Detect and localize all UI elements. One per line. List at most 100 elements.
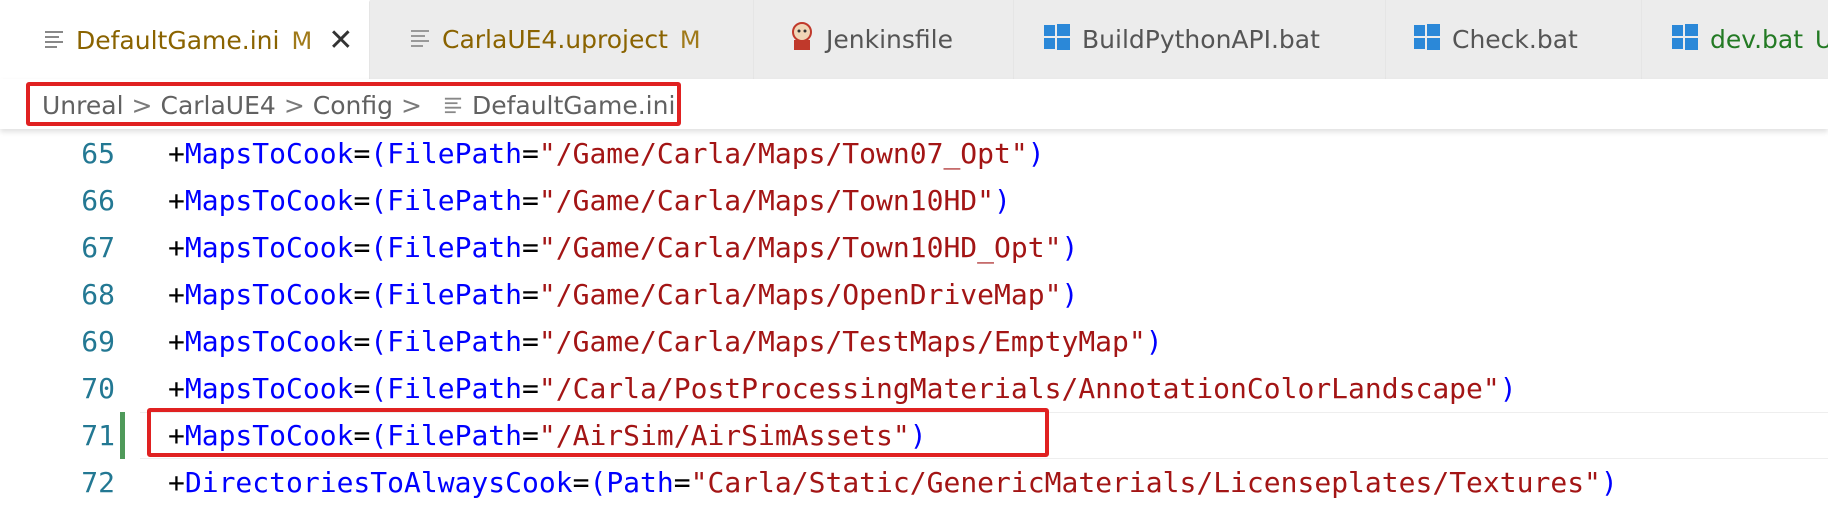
token-param: FilePath <box>387 184 523 217</box>
line-number: 70 <box>81 372 115 405</box>
token-param: FilePath <box>387 137 523 170</box>
breadcrumb-item-unreal[interactable]: Unreal <box>42 91 124 120</box>
tab-dev-bat[interactable]: dev.bat U <box>1642 0 1828 79</box>
modified-badge: M <box>291 26 313 55</box>
jenkins-icon <box>790 21 814 58</box>
token-close: ) <box>909 419 927 452</box>
token-close: ) <box>1061 278 1079 311</box>
line-number: 66 <box>81 184 115 217</box>
token-plus: + <box>168 419 185 452</box>
tab-label: DefaultGame.ini <box>76 26 280 55</box>
chevron-right-icon: > <box>283 90 305 120</box>
token-peq: = <box>522 184 539 217</box>
token-value: "/Game/Carla/Maps/TestMaps/EmptyMap" <box>538 325 1146 358</box>
line-number: 71 <box>81 419 115 452</box>
token-param: FilePath <box>387 278 523 311</box>
code-line[interactable]: 69 +MapsToCook=(FilePath="/Game/Carla/Map… <box>0 318 1828 365</box>
code-editor[interactable]: 65 +MapsToCook=(FilePath="/Game/Carla/Map… <box>0 129 1828 505</box>
line-number: 65 <box>81 137 115 170</box>
tab-label: dev.bat <box>1710 25 1804 54</box>
line-number: 68 <box>81 278 115 311</box>
tab-defaultgame-ini[interactable]: DefaultGame.ini M ✕ <box>0 0 370 79</box>
close-icon[interactable]: ✕ <box>328 25 353 56</box>
tab-carlaue4-uproject[interactable]: CarlaUE4.uproject M <box>370 0 754 79</box>
token-eq: = <box>572 466 590 499</box>
token-key: MapsToCook <box>184 372 354 405</box>
token-value: "/Game/Carla/Maps/Town10HD" <box>538 184 995 217</box>
token-value: "/Game/Carla/Maps/Town10HD_Opt" <box>538 231 1062 264</box>
token-eq: = <box>353 372 371 405</box>
token-open: ( <box>370 372 388 405</box>
token-eq: = <box>353 184 371 217</box>
token-param: FilePath <box>387 372 523 405</box>
chevron-right-icon: > <box>400 90 422 120</box>
token-key: MapsToCook <box>184 184 354 217</box>
token-close: ) <box>1145 325 1163 358</box>
token-peq: = <box>522 231 539 264</box>
breadcrumb-bar: Unreal > CarlaUE4 > Config > DefaultGame… <box>0 79 1828 129</box>
code-text: +MapsToCook=(FilePath="/Game/Carla/Maps/… <box>168 224 1078 271</box>
code-line[interactable]: 71 +MapsToCook=(FilePath="/AirSim/AirSimA… <box>0 412 1828 459</box>
file-lines-icon <box>410 25 430 54</box>
token-param: FilePath <box>387 325 523 358</box>
line-number: 69 <box>81 325 115 358</box>
token-plus: + <box>168 231 185 264</box>
windows-icon <box>1044 23 1070 56</box>
token-open: ( <box>370 231 388 264</box>
token-eq: = <box>353 325 371 358</box>
windows-icon <box>1672 23 1698 56</box>
code-line[interactable]: 70 +MapsToCook=(FilePath="/Carla/PostProc… <box>0 365 1828 412</box>
tab-check-bat[interactable]: Check.bat <box>1386 0 1642 79</box>
file-lines-icon <box>44 26 64 55</box>
token-eq: = <box>353 137 371 170</box>
file-lines-icon <box>444 96 462 114</box>
token-open: ( <box>370 419 388 452</box>
token-key: DirectoriesToAlwaysCook <box>184 466 573 499</box>
untracked-badge: U <box>1815 26 1828 54</box>
token-plus: + <box>168 137 185 170</box>
token-close: ) <box>1027 137 1045 170</box>
token-close: ) <box>1600 466 1618 499</box>
token-key: MapsToCook <box>184 325 354 358</box>
token-key: MapsToCook <box>184 419 354 452</box>
token-value: "/Game/Carla/Maps/Town07_Opt" <box>538 137 1028 170</box>
line-number: 72 <box>81 466 115 499</box>
token-param: FilePath <box>387 231 523 264</box>
code-line[interactable]: 68 +MapsToCook=(FilePath="/Game/Carla/Map… <box>0 271 1828 318</box>
code-text: +MapsToCook=(FilePath="/AirSim/AirSimAss… <box>168 412 927 459</box>
code-text: +DirectoriesToAlwaysCook=(Path="Carla/St… <box>168 459 1618 506</box>
token-value: "/Carla/PostProcessingMaterials/Annotati… <box>538 372 1500 405</box>
token-plus: + <box>168 278 185 311</box>
token-param: FilePath <box>387 419 523 452</box>
tab-jenkinsfile[interactable]: Jenkinsfile <box>754 0 1014 79</box>
editor-tab-bar: DefaultGame.ini M ✕ CarlaUE4.uproject M … <box>0 0 1828 80</box>
code-text: +MapsToCook=(FilePath="/Carla/PostProces… <box>168 365 1517 412</box>
code-line[interactable]: 65 +MapsToCook=(FilePath="/Game/Carla/Map… <box>0 130 1828 177</box>
token-plus: + <box>168 184 185 217</box>
breadcrumb-item-config[interactable]: Config <box>313 91 393 120</box>
tab-label: Jenkinsfile <box>826 25 953 54</box>
token-eq: = <box>353 419 371 452</box>
code-line[interactable]: 72 +DirectoriesToAlwaysCook=(Path="Carla/… <box>0 459 1828 506</box>
tab-label: Check.bat <box>1452 25 1578 54</box>
windows-icon <box>1414 23 1440 56</box>
chevron-right-icon: > <box>131 90 153 120</box>
token-open: ( <box>370 325 388 358</box>
added-line-gutter-mark <box>120 412 125 459</box>
token-key: MapsToCook <box>184 137 354 170</box>
breadcrumb-item-file[interactable]: DefaultGame.ini <box>472 91 675 120</box>
code-line[interactable]: 66 +MapsToCook=(FilePath="/Game/Carla/Map… <box>0 177 1828 224</box>
token-value: "Carla/Static/GenericMaterials/Licensepl… <box>690 466 1601 499</box>
token-peq: = <box>522 372 539 405</box>
token-eq: = <box>353 231 371 264</box>
token-param: Path <box>606 466 674 499</box>
token-eq: = <box>353 278 371 311</box>
token-peq: = <box>673 466 691 499</box>
tab-buildpythonapi-bat[interactable]: BuildPythonAPI.bat <box>1014 0 1386 79</box>
code-text: +MapsToCook=(FilePath="/Game/Carla/Maps/… <box>168 130 1045 177</box>
tab-label: CarlaUE4.uproject <box>442 25 668 54</box>
token-value: "/AirSim/AirSimAssets" <box>538 419 910 452</box>
modified-badge: M <box>679 25 701 54</box>
code-line[interactable]: 67 +MapsToCook=(FilePath="/Game/Carla/Map… <box>0 224 1828 271</box>
breadcrumb-item-carlaue4[interactable]: CarlaUE4 <box>160 91 275 120</box>
